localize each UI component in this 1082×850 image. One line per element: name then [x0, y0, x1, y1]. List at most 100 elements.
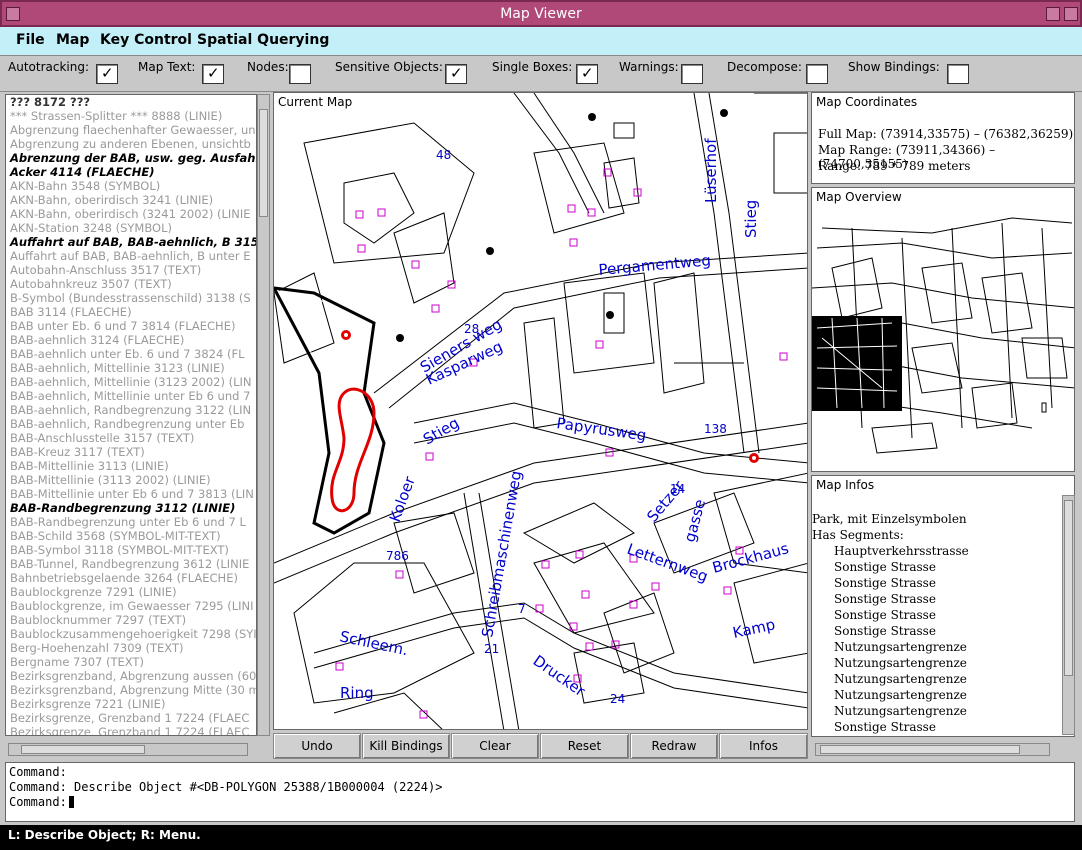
object-list-item[interactable]: BAB-Mittellinie (3113 2002) (LINIE) — [6, 473, 256, 487]
menu-map[interactable]: Map — [56, 32, 89, 48]
object-list-item[interactable]: BAB-Mittellinie 3113 (LINIE) — [6, 459, 256, 473]
options-bar: Autotracking: ✓ Map Text: ✓ Nodes: Sensi… — [0, 56, 1082, 92]
object-list-item[interactable]: Baublockzusammengehoerigkeit 7298 (SYI — [6, 627, 256, 641]
single-boxes-checkbox[interactable]: ✓ — [576, 64, 598, 84]
segment-item: Nutzungsartengrenze — [834, 704, 967, 718]
object-list-item[interactable]: BAB-aehnlich, Randbegrenzung 3122 (LIN — [6, 403, 256, 417]
object-list-item[interactable]: AKN-Bahn, oberirdisch 3241 (LINIE) — [6, 193, 256, 207]
object-list-item[interactable]: B-Symbol (Bundesstrassenschild) 3138 (S — [6, 291, 256, 305]
minimize-icon[interactable] — [1046, 7, 1060, 21]
infos-has-segments: Has Segments: — [812, 528, 904, 542]
scroll-thumb[interactable] — [259, 109, 268, 217]
object-list-item[interactable]: Bezirksgrenze, Grenzband 1 7224 (FLAEC — [6, 725, 256, 735]
map-text-checkbox[interactable]: ✓ — [202, 64, 224, 84]
scroll-thumb[interactable] — [820, 745, 1020, 754]
object-list-item[interactable]: Bezirksgrenzband, Abgrenzung Mitte (30 m — [6, 683, 256, 697]
segment-item: Nutzungsartengrenze — [834, 688, 967, 702]
object-list-item[interactable]: *** Strassen-Splitter *** 8888 (LINIE) — [6, 109, 256, 123]
object-list-item[interactable]: Abgrenzung zu anderen Ebenen, unsichtb — [6, 137, 256, 151]
window-title: Map Viewer — [500, 6, 582, 22]
infos-button[interactable]: Infos — [719, 733, 808, 759]
option-label: Nodes: — [247, 60, 289, 74]
object-list-item[interactable]: AKN-Bahn 3548 (SYMBOL) — [6, 179, 256, 193]
segment-item: Nutzungsartengrenze — [834, 672, 967, 686]
object-list-item[interactable]: ??? 8172 ??? — [6, 95, 256, 109]
map-canvas[interactable]: Pergamentweg Papyrusweg Kasparweg Siener… — [274, 93, 808, 730]
object-list-item[interactable]: Abrenzung der BAB, usw. geg. Ausfahrt, ( — [6, 151, 256, 165]
object-list-vscroll[interactable] — [257, 94, 270, 736]
object-list-item[interactable]: BAB-aehnlich, Mittellinie unter Eb 6 und… — [6, 389, 256, 403]
object-list-item[interactable]: BAB-Randbegrenzung unter Eb 6 und 7 L — [6, 515, 256, 529]
prompt-text: Command: — [9, 795, 67, 809]
map-button-row: Undo Kill Bindings Clear Reset Redraw In… — [273, 733, 808, 759]
console-prompt[interactable]: Command: — [9, 795, 74, 809]
object-list-item[interactable]: BAB-Kreuz 3117 (TEXT) — [6, 445, 256, 459]
infos-hscroll[interactable] — [815, 743, 1050, 756]
object-list-item[interactable]: Acker 4114 (FLAECHE) — [6, 165, 256, 179]
object-list-item[interactable]: BAB-Mittellinie unter Eb 6 und 7 3813 (L… — [6, 487, 256, 501]
map-coordinates-panel: Map Coordinates Full Map: (73914,33575) … — [811, 92, 1075, 184]
object-list-item[interactable]: BAB-Anschlusstelle 3157 (TEXT) — [6, 431, 256, 445]
menu-spatial-querying[interactable]: Spatial Querying — [197, 32, 329, 48]
overview-canvas[interactable] — [812, 188, 1075, 472]
object-list-item[interactable]: Bezirksgrenzband, Abgrenzung aussen (60 — [6, 669, 256, 683]
redraw-button[interactable]: Redraw — [630, 733, 718, 759]
scroll-thumb[interactable] — [21, 745, 145, 754]
object-list-item[interactable]: BAB-aehnlich unter Eb. 6 und 7 3824 (FL — [6, 347, 256, 361]
object-list-item[interactable]: Bergname 7307 (TEXT) — [6, 655, 256, 669]
object-list-item[interactable]: BAB-Schild 3568 (SYMBOL-MIT-TEXT) — [6, 529, 256, 543]
object-list[interactable]: ??? 8172 ??? *** Strassen-Splitter *** 88… — [5, 94, 257, 736]
object-list-item[interactable]: BAB-aehnlich, Mittellinie (3123 2002) (L… — [6, 375, 256, 389]
object-list-item[interactable]: Abgrenzung flaechenhafter Gewaesser, un — [6, 123, 256, 137]
map-overview-panel[interactable]: Map Overview — [811, 187, 1075, 472]
maximize-icon[interactable] — [1064, 7, 1078, 21]
menu-key-control[interactable]: Key Control — [100, 32, 192, 48]
infos-vscroll[interactable] — [1062, 495, 1075, 735]
map-label: Lüserhof — [702, 138, 720, 203]
map-label: Papyrusweg — [555, 414, 647, 444]
status-bar: L: Describe Object; R: Menu. — [0, 825, 1082, 850]
nodes-checkbox[interactable] — [289, 64, 311, 84]
object-list-item[interactable]: Bezirksgrenze, Grenzband 1 7224 (FLAEC — [6, 711, 256, 725]
autotracking-checkbox[interactable]: ✓ — [96, 64, 118, 84]
object-list-hscroll[interactable] — [8, 743, 248, 756]
menu-bar: File Map Key Control Spatial Querying — [0, 27, 1082, 56]
map-number: 28 — [464, 322, 479, 336]
object-list-item[interactable]: Baublockgrenze 7291 (LINIE) — [6, 585, 256, 599]
sensitive-objects-checkbox[interactable]: ✓ — [445, 64, 467, 84]
warnings-checkbox[interactable] — [681, 64, 703, 84]
scroll-thumb[interactable] — [1064, 500, 1073, 676]
object-list-item[interactable]: BAB-Tunnel, Randbegrenzung 3612 (LINIE — [6, 557, 256, 571]
object-list-item[interactable]: BAB 3114 (FLAECHE) — [6, 305, 256, 319]
object-list-item[interactable]: BAB-aehnlich 3124 (FLAECHE) — [6, 333, 256, 347]
object-list-item[interactable]: Berg-Hoehenzahl 7309 (TEXT) — [6, 641, 256, 655]
show-bindings-checkbox[interactable] — [947, 64, 969, 84]
command-console[interactable]: Command: Command: Describe Object #<DB-P… — [5, 762, 1075, 822]
object-list-item[interactable]: BAB unter Eb. 6 und 7 3814 (FLAECHE) — [6, 319, 256, 333]
object-list-item[interactable]: AKN-Station 3248 (SYMBOL) — [6, 221, 256, 235]
infos-title: Park, mit Einzelsymbolen — [812, 512, 967, 526]
object-list-item[interactable]: AKN-Bahn, oberirdisch (3241 2002) (LINIE — [6, 207, 256, 221]
menu-file[interactable]: File — [16, 32, 45, 48]
object-list-item[interactable]: Bezirksgrenze 7221 (LINIE) — [6, 697, 256, 711]
title-bar[interactable]: Map Viewer — [0, 0, 1082, 27]
object-list-item[interactable]: Autobahnkreuz 3507 (TEXT) — [6, 277, 256, 291]
object-list-item[interactable]: Baublocknummer 7297 (TEXT) — [6, 613, 256, 627]
undo-button[interactable]: Undo — [273, 733, 361, 759]
reset-button[interactable]: Reset — [540, 733, 629, 759]
segment-item: Nutzungsartengrenze — [834, 656, 967, 670]
map-infos-panel: Map Infos Park, mit Einzelsymbolen Has S… — [811, 475, 1075, 737]
clear-button[interactable]: Clear — [451, 733, 539, 759]
object-list-item[interactable]: BAB-Randbegrenzung 3112 (LINIE) — [6, 501, 256, 515]
current-map[interactable]: Pergamentweg Papyrusweg Kasparweg Siener… — [273, 92, 808, 730]
object-list-item[interactable]: BAB-Symbol 3118 (SYMBOL-MIT-TEXT) — [6, 543, 256, 557]
object-list-item[interactable]: Bahnbetriebsgelaende 3264 (FLAECHE) — [6, 571, 256, 585]
object-list-item[interactable]: Auffahrt auf BAB, BAB-aehnlich, B unter … — [6, 249, 256, 263]
object-list-item[interactable]: Autobahn-Anschluss 3517 (TEXT) — [6, 263, 256, 277]
object-list-item[interactable]: Baublockgrenze, im Gewaesser 7295 (LINI — [6, 599, 256, 613]
object-list-item[interactable]: BAB-aehnlich, Mittellinie 3123 (LINIE) — [6, 361, 256, 375]
kill-bindings-button[interactable]: Kill Bindings — [362, 733, 450, 759]
decompose-checkbox[interactable] — [806, 64, 828, 84]
object-list-item[interactable]: BAB-aehnlich, Randbegrenzung unter Eb — [6, 417, 256, 431]
object-list-item[interactable]: Auffahrt auf BAB, BAB-aehnlich, B 3152 — [6, 235, 256, 249]
